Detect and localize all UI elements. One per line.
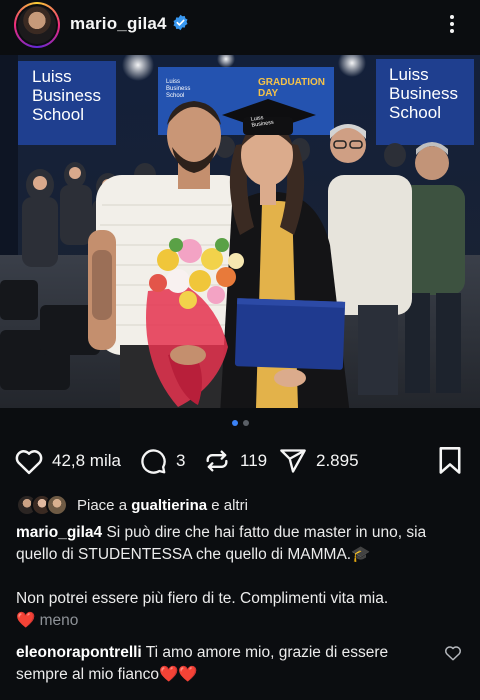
liked-by-text: Piace a gualtierina e altri [77, 496, 248, 514]
comment-item: eleonorapontrelli Ti amo amore mio, graz… [16, 642, 436, 686]
post-photo[interactable]: Luiss Business School Luiss Business Sch… [0, 55, 480, 408]
repost-action[interactable]: 119 [202, 442, 267, 480]
caption-paragraph: Non potrei essere più fiero di te. Compl… [16, 588, 468, 610]
reposts-count[interactable]: 119 [240, 451, 267, 471]
like-action[interactable]: 42,8 mila [14, 442, 121, 480]
avatar-photo [18, 6, 56, 44]
post-username[interactable]: mario_gila4 [70, 14, 167, 34]
carousel-dot [242, 420, 249, 426]
carousel-dot-active [231, 420, 238, 426]
banner-right: Luiss Business School [389, 65, 458, 122]
send-icon[interactable] [278, 446, 308, 476]
action-bar: 42,8 mila 3 119 2.895 [0, 442, 480, 480]
banner-left: Luiss Business School [32, 67, 101, 124]
speech-bubble-icon[interactable] [138, 446, 168, 476]
post-header: mario_gila4 [0, 0, 480, 48]
heart-emoji: ❤️ [16, 612, 36, 629]
caption-text: Non potrei essere più fiero di te. Compl… [16, 590, 389, 607]
comment-like-icon[interactable] [444, 644, 462, 662]
liked-by-user[interactable]: gualtierina [131, 497, 207, 514]
carousel-indicator [0, 420, 480, 426]
more-options-button[interactable] [440, 10, 464, 38]
less-link[interactable]: meno [40, 612, 79, 629]
liker-avatar [46, 494, 68, 516]
comments-count[interactable]: 3 [176, 451, 185, 471]
comment-action[interactable]: 3 [138, 442, 185, 480]
post-caption: mario_gila4 Si può dire che hai fatto du… [16, 522, 468, 632]
banner-center-brand: Luiss Business School [166, 79, 191, 99]
likes-count[interactable]: 42,8 mila [52, 451, 121, 471]
caption-paragraph: mario_gila4 Si può dire che hai fatto du… [16, 522, 468, 566]
shares-count[interactable]: 2.895 [316, 451, 359, 471]
comment-emoji: ❤️❤️ [159, 666, 198, 683]
repost-icon[interactable] [202, 446, 232, 476]
avatar[interactable] [14, 2, 60, 48]
heart-icon[interactable] [14, 446, 44, 476]
banner-graduation-day: GRADUATION DAY [258, 77, 326, 99]
caption-username[interactable]: mario_gila4 [16, 524, 102, 541]
more-vertical-icon [450, 15, 454, 19]
share-action[interactable]: 2.895 [278, 442, 359, 480]
verified-badge-icon [173, 14, 188, 31]
comment-username[interactable]: eleonorapontrelli [16, 644, 142, 661]
bookmark-icon[interactable] [436, 446, 464, 476]
liked-by-row[interactable]: Piace a gualtierina e altri [16, 492, 248, 518]
